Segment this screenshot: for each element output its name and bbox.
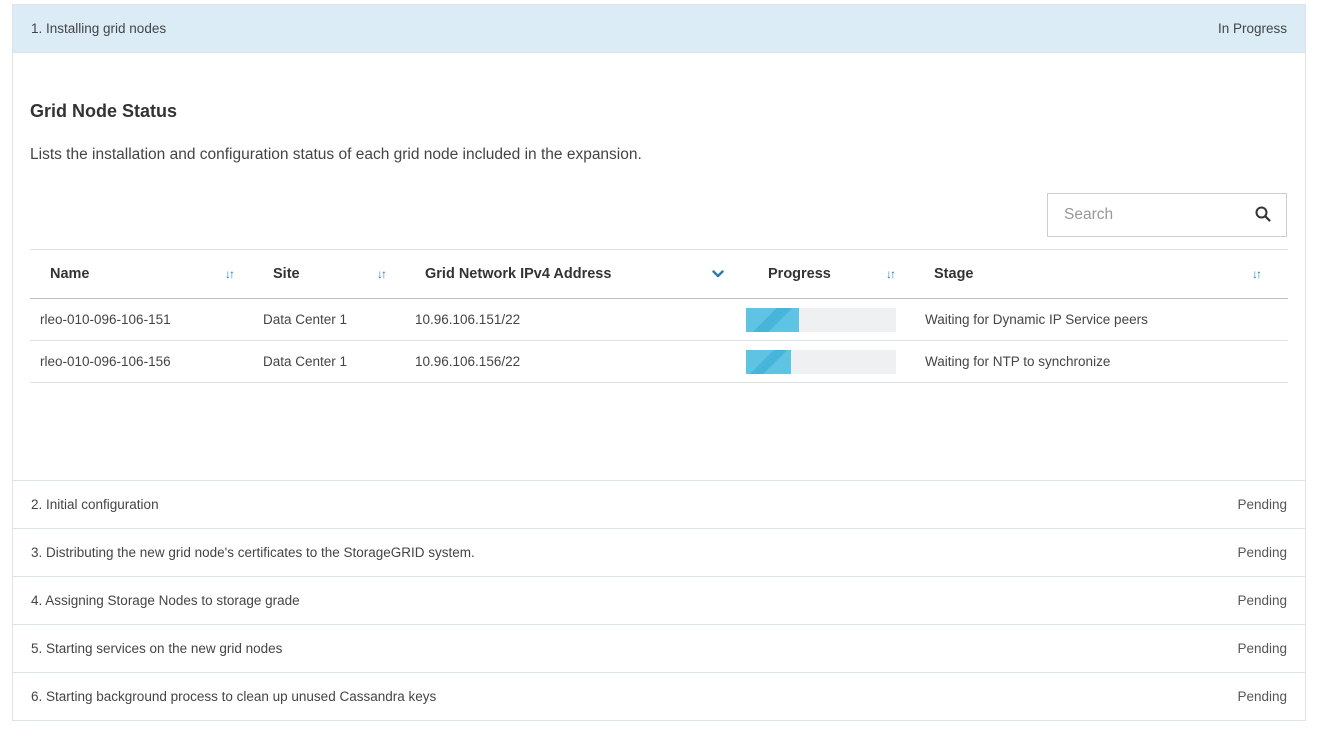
column-label: Name [50, 266, 90, 282]
progress-fill [746, 307, 799, 332]
step-installing-grid-nodes: 1. Installing grid nodes In Progress Gri… [12, 4, 1306, 480]
column-label: Site [273, 266, 300, 282]
sort-icon[interactable]: ↓↑ [1252, 267, 1262, 281]
column-header-name[interactable]: Name ↓↑ [30, 249, 255, 299]
step-header[interactable]: 2. Initial configuration Pending [13, 481, 1305, 528]
step-status: In Progress [1217, 21, 1287, 36]
step-header[interactable]: 1. Installing grid nodes In Progress [13, 5, 1305, 52]
step-distributing-certificates: 3. Distributing the new grid node's cert… [12, 528, 1306, 576]
step-body: Grid Node Status Lists the installation … [13, 52, 1305, 480]
column-header-ipv4[interactable]: Grid Network IPv4 Address [407, 249, 752, 299]
step-starting-services: 5. Starting services on the new grid nod… [12, 624, 1306, 672]
step-label: 5. Starting services on the new grid nod… [31, 641, 283, 656]
cell-ipv4: 10.96.106.151/22 [407, 298, 752, 341]
step-header[interactable]: 6. Starting background process to clean … [13, 673, 1305, 720]
step-status: Pending [1237, 545, 1287, 560]
grid-node-table: Name ↓↑ Site ↓↑ Grid Network IPv4 Addres… [30, 249, 1288, 383]
step-label: 1. Installing grid nodes [31, 21, 167, 36]
step-initial-configuration: 2. Initial configuration Pending [12, 480, 1306, 528]
cell-progress [746, 298, 920, 341]
search-input[interactable] [1062, 205, 1246, 225]
progress-fill [746, 349, 791, 374]
search-icon[interactable] [1254, 205, 1272, 223]
column-label: Progress [768, 266, 831, 282]
chevron-down-icon[interactable] [712, 270, 724, 278]
step-assigning-storage-nodes: 4. Assigning Storage Nodes to storage gr… [12, 576, 1306, 624]
search-box [1047, 193, 1287, 237]
sort-icon[interactable]: ↓↑ [886, 267, 896, 281]
cell-ipv4: 10.96.106.156/22 [407, 340, 752, 383]
column-header-stage[interactable]: Stage ↓↑ [920, 249, 1288, 299]
cell-site: Data Center 1 [255, 298, 407, 341]
column-header-site[interactable]: Site ↓↑ [255, 249, 407, 299]
table-row: rleo-010-096-106-151 Data Center 1 10.96… [30, 298, 1288, 341]
step-status: Pending [1237, 497, 1287, 512]
step-label: 2. Initial configuration [31, 497, 159, 512]
cell-site: Data Center 1 [255, 340, 407, 383]
step-header[interactable]: 5. Starting services on the new grid nod… [13, 625, 1305, 672]
step-status: Pending [1237, 689, 1287, 704]
sort-icon[interactable]: ↓↑ [225, 267, 235, 281]
step-label: 3. Distributing the new grid node's cert… [31, 545, 475, 560]
progress-bar [746, 307, 896, 332]
section-description: Lists the installation and configuration… [30, 146, 642, 163]
sort-icon[interactable]: ↓↑ [377, 267, 387, 281]
column-label: Stage [934, 266, 974, 282]
cell-progress [746, 340, 920, 383]
column-label: Grid Network IPv4 Address [425, 266, 612, 282]
step-label: 4. Assigning Storage Nodes to storage gr… [31, 593, 300, 608]
column-header-progress[interactable]: Progress ↓↑ [752, 249, 920, 299]
step-header[interactable]: 4. Assigning Storage Nodes to storage gr… [13, 577, 1305, 624]
expansion-progress: 1. Installing grid nodes In Progress Gri… [12, 4, 1306, 721]
section-title: Grid Node Status [30, 101, 178, 121]
table-header-row: Name ↓↑ Site ↓↑ Grid Network IPv4 Addres… [30, 249, 1288, 299]
cell-stage: Waiting for NTP to synchronize [920, 340, 1288, 383]
step-status: Pending [1237, 593, 1287, 608]
cell-stage: Waiting for Dynamic IP Service peers [920, 298, 1288, 341]
progress-bar [746, 349, 896, 374]
step-status: Pending [1237, 641, 1287, 656]
step-label: 6. Starting background process to clean … [31, 689, 437, 704]
cell-name: rleo-010-096-106-156 [30, 340, 255, 383]
table-row: rleo-010-096-106-156 Data Center 1 10.96… [30, 340, 1288, 383]
cell-name: rleo-010-096-106-151 [30, 298, 255, 341]
step-cleanup-cassandra-keys: 6. Starting background process to clean … [12, 672, 1306, 721]
step-header[interactable]: 3. Distributing the new grid node's cert… [13, 529, 1305, 576]
